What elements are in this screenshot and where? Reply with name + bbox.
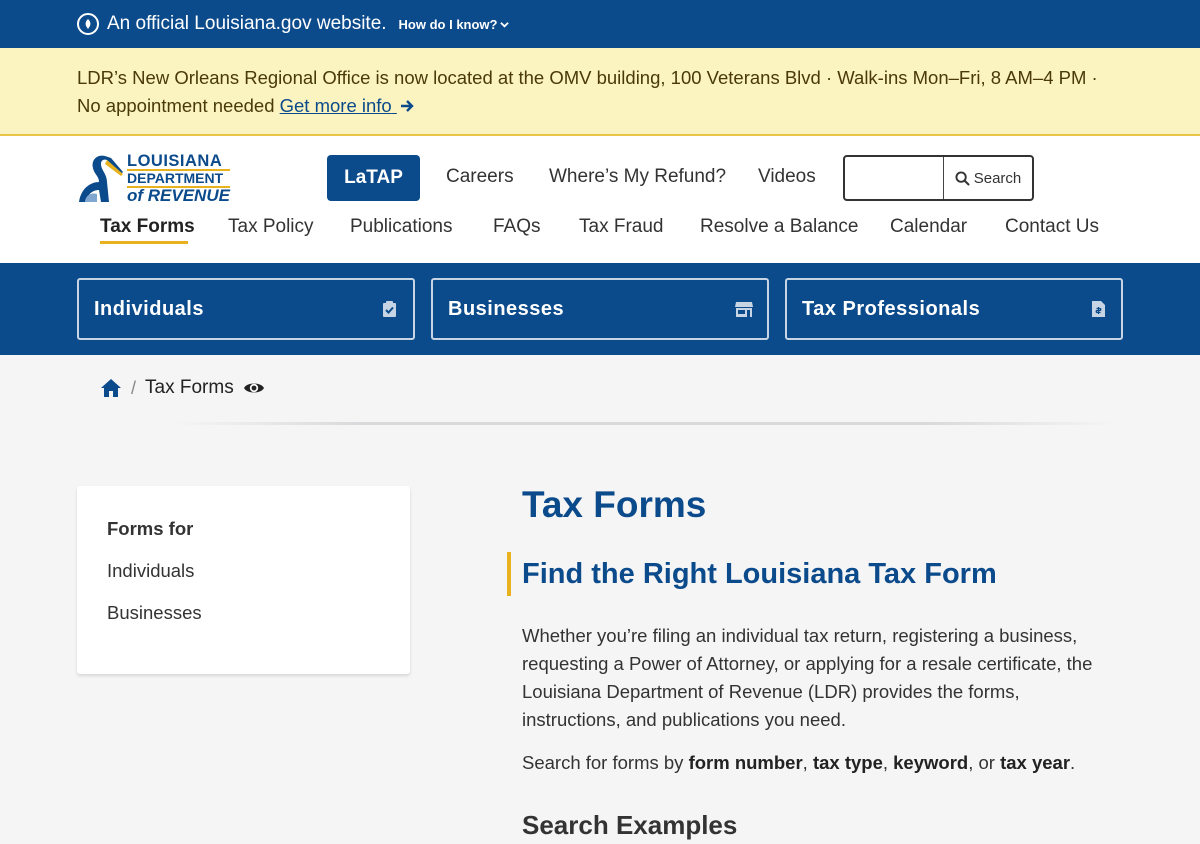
hint-or: , or (968, 752, 1001, 773)
breadcrumb-divider (175, 422, 1115, 425)
ldr-logo[interactable]: LOUISIANA DEPARTMENT of REVENUE (77, 152, 232, 208)
eye-icon[interactable] (243, 380, 265, 396)
nav-publications[interactable]: Publications (350, 216, 452, 238)
louisiana-seal-icon (77, 13, 99, 35)
breadcrumb: / Tax Forms (100, 375, 265, 401)
nav-tax-fraud[interactable]: Tax Fraud (579, 216, 663, 238)
pelican-logo-icon (79, 155, 123, 202)
get-more-info-label: Get more info (279, 95, 392, 116)
search-icon (955, 170, 970, 186)
office-relocation-alert: LDR’s New Orleans Regional Office is now… (0, 48, 1200, 136)
hint-form-number: form number (688, 752, 803, 773)
clipboard-check-icon (383, 301, 396, 317)
get-more-info-link[interactable]: Get more info (280, 95, 415, 116)
hint-comma: , (882, 752, 894, 773)
site-header: LOUISIANA DEPARTMENT of REVENUE LaTAP Ca… (0, 136, 1200, 263)
home-icon[interactable] (100, 378, 122, 398)
careers-link[interactable]: Careers (446, 166, 514, 188)
hint-tax-type: tax type (812, 752, 883, 773)
site-search: Search (843, 155, 1034, 201)
logo-line-2: DEPARTMENT (127, 170, 224, 186)
audience-businesses-button[interactable]: Businesses (431, 278, 769, 340)
chevron-down-icon (500, 21, 510, 28)
file-invoice-icon (1092, 301, 1105, 317)
nav-contact-us[interactable]: Contact Us (1005, 216, 1099, 238)
forms-for-sidebar: Forms for Individuals Businesses (77, 486, 410, 674)
nav-tax-forms[interactable]: Tax Forms (100, 216, 195, 238)
logo-line-3: of REVENUE (127, 186, 230, 205)
nav-tax-policy[interactable]: Tax Policy (228, 216, 314, 238)
hint-period: . (1070, 752, 1076, 773)
sidebar-item-businesses[interactable]: Businesses (107, 602, 410, 624)
hint-tax-year: tax year (1000, 752, 1071, 773)
search-input[interactable] (845, 157, 943, 199)
nav-faqs[interactable]: FAQs (493, 216, 541, 238)
latap-button[interactable]: LaTAP (327, 155, 420, 201)
wheres-my-refund-link[interactable]: Where’s My Refund? (549, 166, 726, 188)
store-icon (735, 302, 753, 317)
videos-link[interactable]: Videos (758, 166, 816, 188)
search-examples-heading: Search Examples (522, 810, 738, 840)
audience-band: Individuals Businesses Tax Professionals (0, 263, 1200, 355)
hint-prefix: Search for forms by (522, 752, 689, 773)
audience-label: Individuals (94, 297, 204, 320)
audience-label: Tax Professionals (802, 297, 981, 320)
intro-paragraph: Whether you’re filing an individual tax … (522, 625, 1093, 730)
active-nav-indicator (100, 241, 188, 244)
official-site-banner: An official Louisiana.gov website. How d… (0, 0, 1200, 48)
breadcrumb-current: Tax Forms (145, 377, 234, 398)
official-site-text: An official Louisiana.gov website. (107, 13, 387, 34)
hint-keyword: keyword (893, 752, 969, 773)
sidebar-heading: Forms for (107, 518, 194, 539)
sidebar-item-individuals[interactable]: Individuals (107, 560, 410, 582)
nav-resolve-a-balance[interactable]: Resolve a Balance (700, 216, 858, 238)
how-do-i-know-label: How do I know? (398, 16, 498, 32)
hint-comma: , (802, 752, 813, 773)
breadcrumb-separator: / (131, 377, 137, 398)
how-do-i-know-toggle[interactable]: How do I know? (399, 17, 510, 32)
page-title: Tax Forms (522, 484, 707, 525)
audience-individuals-button[interactable]: Individuals (77, 278, 415, 340)
logo-wordmark: LOUISIANA DEPARTMENT of REVENUE (127, 153, 230, 205)
search-button-label: Search (973, 169, 1022, 187)
search-button[interactable]: Search (943, 157, 1032, 199)
search-hint-paragraph: Search for forms by form number, tax typ… (522, 749, 1122, 777)
alert-text: LDR’s New Orleans Regional Office is now… (77, 67, 1098, 116)
nav-calendar[interactable]: Calendar (890, 216, 967, 238)
page-subtitle: Find the Right Louisiana Tax Form (522, 558, 997, 590)
audience-tax-professionals-button[interactable]: Tax Professionals (785, 278, 1123, 340)
arrow-right-icon (400, 100, 414, 112)
logo-line-1: LOUISIANA (127, 153, 230, 171)
subtitle-block: Find the Right Louisiana Tax Form (507, 552, 997, 596)
audience-label: Businesses (448, 297, 565, 320)
